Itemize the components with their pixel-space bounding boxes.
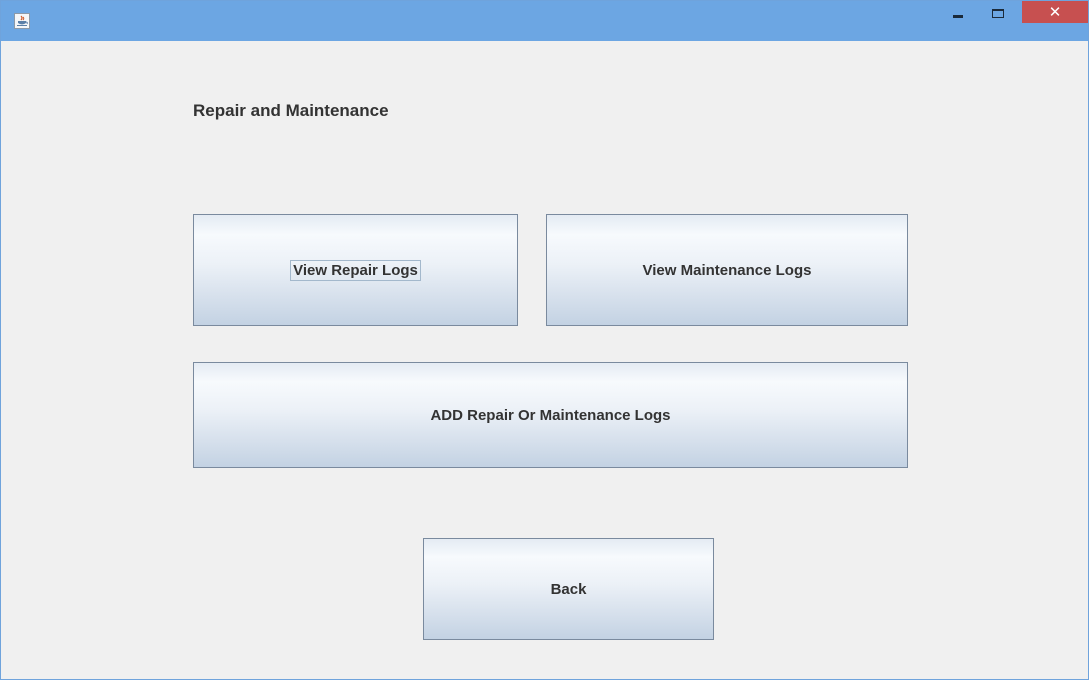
title-bar[interactable]: ✕ xyxy=(1,1,1088,41)
add-logs-button[interactable]: ADD Repair Or Maintenance Logs xyxy=(193,362,908,468)
minimize-button[interactable] xyxy=(944,1,972,23)
view-repair-logs-label: View Repair Logs xyxy=(290,259,421,281)
minimize-icon xyxy=(953,15,963,18)
add-logs-label: ADD Repair Or Maintenance Logs xyxy=(430,406,671,424)
view-repair-logs-button[interactable]: View Repair Logs xyxy=(193,214,518,326)
close-icon: ✕ xyxy=(1048,3,1062,21)
java-cup-icon[interactable] xyxy=(14,13,30,29)
view-maintenance-logs-button[interactable]: View Maintenance Logs xyxy=(546,214,908,326)
page-title: Repair and Maintenance xyxy=(193,101,389,120)
maximize-icon xyxy=(992,9,1004,18)
view-maintenance-logs-label: View Maintenance Logs xyxy=(642,261,812,279)
back-button[interactable]: Back xyxy=(423,538,714,640)
close-button[interactable]: ✕ xyxy=(1022,1,1088,23)
back-label: Back xyxy=(550,580,587,598)
maximize-button[interactable] xyxy=(984,1,1012,23)
